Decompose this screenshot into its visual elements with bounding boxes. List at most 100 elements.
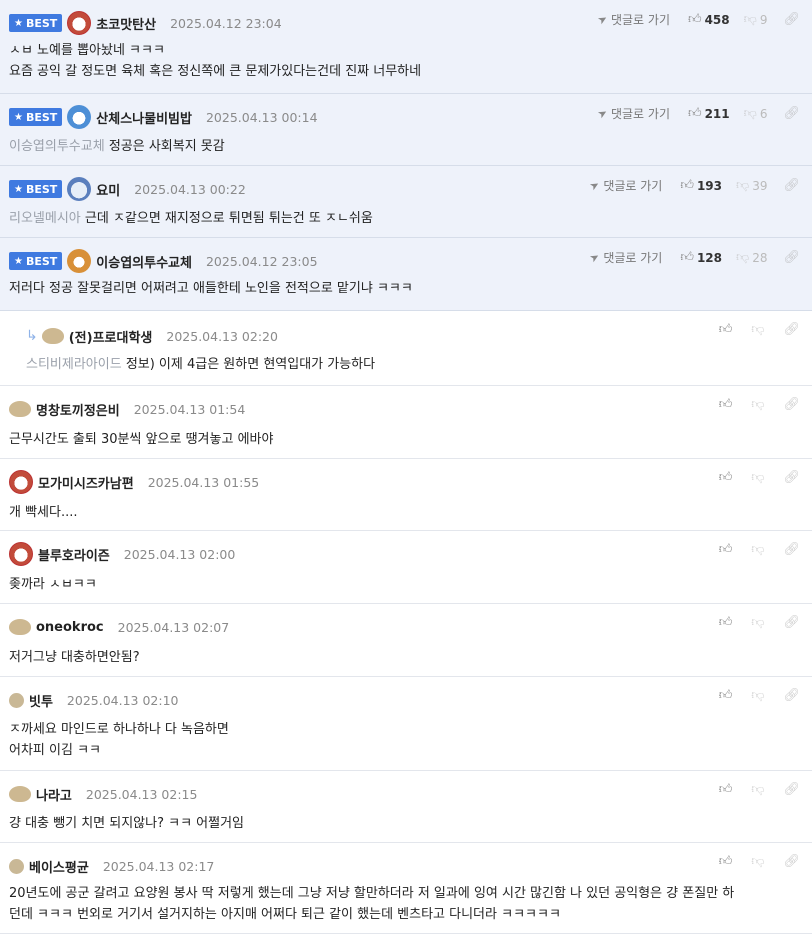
comment-text-line: 근무시간도 출퇴 30분씩 앞으로 땡겨놓고 에바야 [9,429,273,450]
quoted-user[interactable]: 스티비제라아이드 [26,357,126,372]
avatar[interactable] [9,786,31,802]
comment-text-line: 저러다 정공 잘못걸리면 어쩌려고 애들한테 노인을 전적으로 맡기냐 ㅋㅋㅋ [9,278,413,299]
comment-body: 20년도에 공군 갈려고 요양원 봉사 딱 저렇게 했는데 그냥 저냥 할만하더… [9,883,734,925]
comment-item: 빗투 2025.04.13 02:10 👍︎ 👎︎ 🔗︎ ㅈ까세요 마인드로 하나하나 다… [0,677,812,771]
link-icon[interactable]: 🔗︎ [783,397,800,412]
link-icon[interactable]: 🔗︎ [783,178,800,193]
comment-header: ★ BEST 초코맛탄산 2025.04.12 23:04 [9,11,282,35]
goto-comment-link[interactable]: ➤ 댓글로 가기 [587,249,663,266]
link-icon[interactable]: 🔗︎ [783,322,800,337]
avatar[interactable] [9,858,24,874]
avatar[interactable] [9,470,33,494]
avatar[interactable] [41,328,64,344]
dislike-button[interactable]: 👎︎ [751,470,764,485]
like-button[interactable]: 👍︎ [719,397,733,412]
nickname[interactable]: 빗투 [29,691,53,710]
goto-comment-label: 댓글로 가기 [603,251,663,265]
avatar[interactable] [67,11,92,35]
like-button[interactable]: 👍︎ 128 [680,250,722,265]
dislike-button[interactable]: 👎︎ [751,397,764,412]
dislike-button[interactable]: 👎︎ [751,542,764,557]
comment-text: 정공은 사회복지 못감 [108,139,225,154]
comment-list: ★ BEST 초코맛탄산 2025.04.12 23:04 ➤ 댓글로 가기 👍︎ 458 👎︎… [0,0,812,934]
comment-actions: 👍︎ 👎︎ 🔗︎ [719,322,800,337]
nickname[interactable]: 초코맛탄산 [96,14,156,33]
like-count: 193 [696,178,722,193]
thumbs-up-icon: 👍︎ [718,782,733,797]
like-button[interactable]: 👍︎ [719,470,733,485]
dislike-button[interactable]: 👎︎ [751,782,764,797]
avatar[interactable] [9,401,31,417]
nickname[interactable]: oneokroc [36,620,104,635]
avatar[interactable] [9,619,31,635]
comment-header: 명창토끼정은비 2025.04.13 01:54 [9,397,245,421]
comment-item: ★ BEST 산체스나물비빔밥 2025.04.13 00:14 ➤ 댓글로 가기 👍︎ 21… [0,94,812,166]
comment-text-line: 20년도에 공군 갈려고 요양원 봉사 딱 저렇게 했는데 그냥 저냥 할만하더… [9,883,734,904]
like-button[interactable]: 👍︎ 458 [688,12,730,27]
comment-text-line: 요즘 공익 갈 정도면 육체 혹은 정신쪽에 큰 문제가있다는건데 진짜 너무하… [9,61,421,82]
nickname[interactable]: 산체스나물비빔밥 [96,108,192,127]
comment-text: ㅈ까세요 마인드로 하나하나 다 녹음하면 [9,722,229,737]
dislike-button[interactable]: 👎︎ 6 [744,106,768,121]
like-button[interactable]: 👍︎ [719,782,733,797]
nickname[interactable]: 베이스평균 [29,857,89,876]
comment-header: ★ BEST 요미 2025.04.13 00:22 [9,177,246,201]
dislike-button[interactable]: 👎︎ [751,854,764,869]
link-icon[interactable]: 🔗︎ [783,106,800,121]
like-button[interactable]: 👍︎ 211 [688,106,730,121]
nickname[interactable]: 명창토끼정은비 [36,400,120,419]
like-button[interactable]: 👍︎ 193 [680,178,722,193]
nickname[interactable]: 모가미시즈카남편 [38,473,134,492]
like-button[interactable]: 👍︎ [719,854,733,869]
avatar[interactable] [67,177,92,201]
link-icon[interactable]: 🔗︎ [783,12,800,27]
avatar[interactable] [9,692,24,708]
avatar[interactable] [67,249,92,273]
goto-comment-link[interactable]: ➤ 댓글로 가기 [595,11,670,28]
nickname[interactable]: 블루호라이즌 [38,545,110,564]
nickname[interactable]: 나라고 [36,785,72,804]
nickname[interactable]: (전)프로대학생 [69,327,153,346]
comment-body: 이승엽의투수교체 정공은 사회복지 못감 [9,136,225,157]
quoted-user[interactable]: 이승엽의투수교체 [9,139,109,154]
comment-date: 2025.04.13 01:55 [147,474,260,490]
dislike-button[interactable]: 👎︎ 9 [744,12,768,27]
avatar[interactable] [9,542,33,566]
quoted-user[interactable]: 리오넬메시아 [9,211,85,226]
thumbs-down-icon: 👎︎ [751,397,765,412]
link-icon[interactable]: 🔗︎ [783,854,800,869]
comment-actions: 👍︎ 👎︎ 🔗︎ [719,782,800,797]
dislike-button[interactable]: 👎︎ [751,615,764,630]
dislike-button[interactable]: 👎︎ 39 [736,178,767,193]
like-button[interactable]: 👍︎ [719,688,733,703]
dislike-count: 6 [759,106,768,121]
link-icon[interactable]: 🔗︎ [783,470,800,485]
best-label: BEST [25,110,58,124]
comment-text: 걍 대충 뺑기 치면 되지않나? ㅋㅋ 어쩔거임 [9,816,245,831]
link-icon[interactable]: 🔗︎ [783,688,800,703]
dislike-button[interactable]: 👎︎ [751,688,764,703]
like-button[interactable]: 👍︎ [719,322,733,337]
goto-comment-link[interactable]: ➤ 댓글로 가기 [595,105,670,122]
nickname[interactable]: 이승엽의투수교체 [96,252,192,271]
goto-comment-link[interactable]: ➤ 댓글로 가기 [587,177,662,194]
link-icon[interactable]: 🔗︎ [783,615,800,630]
link-icon[interactable]: 🔗︎ [783,782,800,797]
thumbs-up-icon: 👍︎ [718,854,733,869]
comment-text: ㅅㅂ 노예를 뽑아놨네 ㅋㅋㅋ [9,43,165,58]
nickname[interactable]: 요미 [96,180,120,199]
dislike-count: 9 [759,12,768,27]
comment-text-line: 어차피 이김 ㅋㅋ [9,740,229,761]
like-button[interactable]: 👍︎ [719,615,733,630]
avatar[interactable] [67,105,92,129]
dislike-button[interactable]: 👎︎ [751,322,764,337]
like-button[interactable]: 👍︎ [719,542,733,557]
comment-text: 20년도에 공군 갈려고 요양원 봉사 딱 저렇게 했는데 그냥 저냥 할만하더… [9,886,735,901]
link-icon[interactable]: 🔗︎ [783,542,800,557]
dislike-button[interactable]: 👎︎ 28 [736,250,767,265]
comment-date: 2025.04.12 23:05 [205,253,318,269]
comment-item: 베이스평균 2025.04.13 02:17 👍︎ 👎︎ 🔗︎ 20년도에 공군 갈려고 … [0,843,812,934]
link-icon[interactable]: 🔗︎ [783,250,800,265]
comment-text: 저러다 정공 잘못걸리면 어쩌려고 애들한테 노인을 전적으로 맡기냐 ㅋㅋㅋ [9,281,413,296]
thumbs-up-icon: 👍︎ [718,470,733,485]
